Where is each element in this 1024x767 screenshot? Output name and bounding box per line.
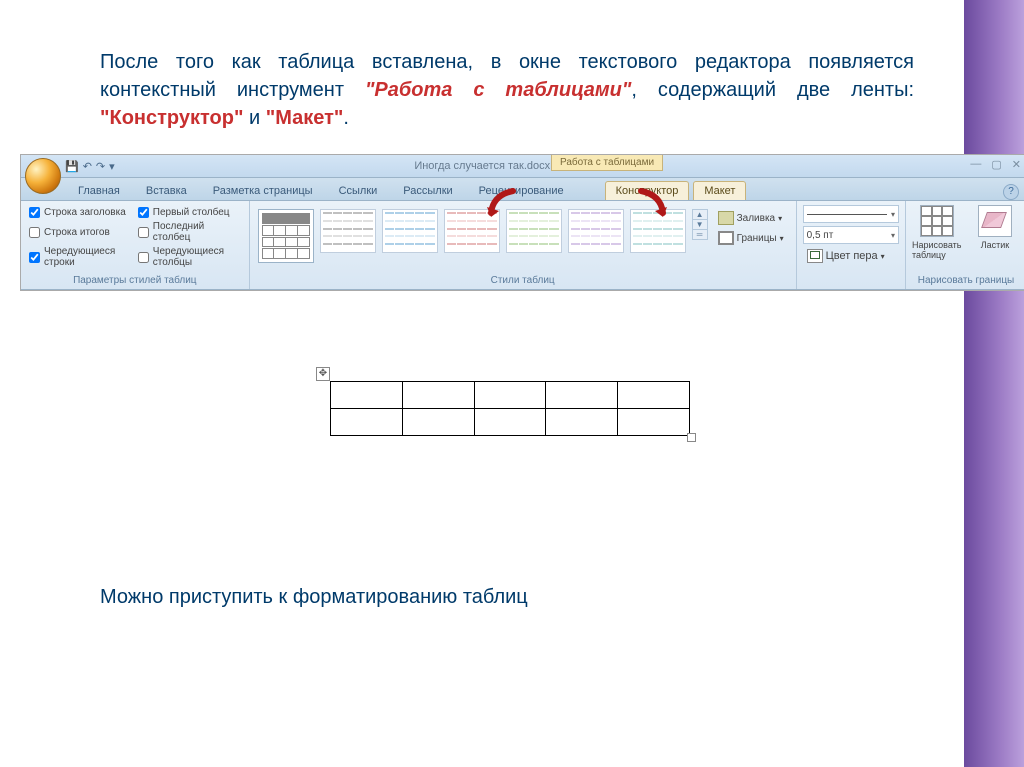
context-tools-label: Работа с таблицами xyxy=(551,155,663,171)
table-style-5[interactable] xyxy=(568,209,624,253)
gallery-down-icon[interactable]: ▼ xyxy=(693,220,707,230)
chk-banded-rows[interactable]: Чередующиеся строки xyxy=(29,246,132,268)
tab-design[interactable]: Конструктор xyxy=(605,181,690,200)
para-tab1: "Конструктор" xyxy=(100,107,243,129)
para-and: и xyxy=(243,107,265,129)
shading-button[interactable]: Заливка▾ xyxy=(714,209,788,227)
group-draw-borders-label: Нарисовать границы xyxy=(906,274,1024,289)
group-style-options-label: Параметры стилей таблиц xyxy=(21,274,249,289)
chk-banded-cols-label: Чередующиеся столбцы xyxy=(153,246,241,268)
draw-table-icon xyxy=(920,205,954,237)
chk-banded-rows-label: Чередующиеся строки xyxy=(44,246,132,268)
tab-mailings[interactable]: Рассылки xyxy=(392,181,463,200)
tab-page-layout[interactable]: Разметка страницы xyxy=(202,181,324,200)
para-tab2: "Макет" xyxy=(266,107,344,129)
table-cell[interactable] xyxy=(331,409,403,436)
quick-access-toolbar: 💾 ↶ ↷ ▾ xyxy=(65,160,115,173)
qat-dropdown-icon[interactable]: ▾ xyxy=(109,160,115,173)
gallery-scroll[interactable]: ▲ ▼ ═ xyxy=(692,209,708,240)
qat-redo-icon[interactable]: ↷ xyxy=(96,160,105,173)
shading-icon xyxy=(718,211,734,225)
qat-undo-icon[interactable]: ↶ xyxy=(83,160,92,173)
line-width-dropdown[interactable]: 0,5 пт▾ xyxy=(803,226,899,244)
tab-insert[interactable]: Вставка xyxy=(135,181,198,200)
table-move-handle-icon[interactable]: ✥ xyxy=(316,367,330,381)
table-style-6[interactable] xyxy=(630,209,686,253)
line-width-value: 0,5 пт xyxy=(807,230,834,241)
bottom-caption: Можно приступить к форматированию таблиц xyxy=(100,586,914,609)
table-style-2[interactable] xyxy=(382,209,438,253)
group-table-styles: ▲ ▼ ═ Заливка▾ Границы▾ Стили таблиц xyxy=(250,201,797,289)
table-cell[interactable] xyxy=(402,382,474,409)
ribbon-body: Строка заголовка Первый столбец Строка и… xyxy=(21,201,1024,290)
sample-table-wrap: ✥ xyxy=(330,381,690,436)
pen-color-label: Цвет пера xyxy=(826,250,878,262)
title-bar: 💾 ↶ ↷ ▾ Иногда случается так.docx - Micr… xyxy=(21,155,1024,178)
table-style-4[interactable] xyxy=(506,209,562,253)
gallery-up-icon[interactable]: ▲ xyxy=(693,210,707,220)
tab-references[interactable]: Ссылки xyxy=(328,181,389,200)
borders-icon xyxy=(718,231,734,245)
shading-label: Заливка xyxy=(737,213,776,224)
office-button[interactable] xyxy=(25,158,61,194)
pen-color-button[interactable]: Цвет пера▾ xyxy=(803,247,899,265)
para-mid: , содержащий две ленты: xyxy=(631,79,914,101)
minimize-icon[interactable]: — xyxy=(970,158,981,171)
chk-header-row-label: Строка заголовка xyxy=(44,207,126,218)
borders-label: Границы xyxy=(737,233,777,244)
chk-last-col-label: Последний столбец xyxy=(153,221,241,243)
chk-first-col[interactable]: Первый столбец xyxy=(138,207,241,218)
table-style-plain[interactable] xyxy=(258,209,314,263)
table-cell[interactable] xyxy=(618,382,690,409)
table-resize-handle-icon[interactable] xyxy=(687,433,696,442)
table-cell[interactable] xyxy=(402,409,474,436)
pen-color-icon xyxy=(807,249,823,263)
chk-header-row[interactable]: Строка заголовка xyxy=(29,207,132,218)
eraser-icon xyxy=(978,205,1012,237)
decorative-purple-stripe xyxy=(964,0,1024,767)
chk-banded-cols[interactable]: Чередующиеся столбцы xyxy=(138,246,241,268)
maximize-icon[interactable]: ▢ xyxy=(991,158,1001,171)
gallery-more-icon[interactable]: ═ xyxy=(693,230,707,239)
help-button[interactable]: ? xyxy=(1003,184,1019,200)
table-cell[interactable] xyxy=(474,409,546,436)
tab-layout[interactable]: Макет xyxy=(693,181,746,200)
borders-button[interactable]: Границы▾ xyxy=(714,229,788,247)
word-ribbon-screenshot: 💾 ↶ ↷ ▾ Иногда случается так.docx - Micr… xyxy=(20,154,1024,291)
eraser-label: Ластик xyxy=(981,240,1010,250)
sample-table[interactable] xyxy=(330,381,690,436)
para-tool-name: "Работа с таблицами" xyxy=(365,79,631,101)
tab-home[interactable]: Главная xyxy=(67,181,131,200)
document-title: Иногда случается так.docx - Microsoft Wo… xyxy=(21,160,1024,172)
table-style-3[interactable] xyxy=(444,209,500,253)
table-cell[interactable] xyxy=(474,382,546,409)
para-dot: . xyxy=(343,107,349,129)
draw-table-label: Нарисовать таблицу xyxy=(912,240,962,260)
table-cell[interactable] xyxy=(331,382,403,409)
group-style-options: Строка заголовка Первый столбец Строка и… xyxy=(21,201,250,289)
table-style-1[interactable] xyxy=(320,209,376,253)
chk-total-row-label: Строка итогов xyxy=(44,227,110,238)
chk-last-col[interactable]: Последний столбец xyxy=(138,221,241,243)
window-controls: — ▢ ✕ xyxy=(970,158,1021,171)
group-pen-settings: ▾ 0,5 пт▾ Цвет пера▾ xyxy=(797,201,906,289)
group-table-styles-label: Стили таблиц xyxy=(250,274,796,289)
draw-table-button[interactable]: Нарисовать таблицу xyxy=(912,205,962,260)
eraser-button[interactable]: Ластик xyxy=(970,205,1020,260)
qat-save-icon[interactable]: 💾 xyxy=(65,160,79,173)
ribbon-tabs: Главная Вставка Разметка страницы Ссылки… xyxy=(21,178,1024,201)
table-cell[interactable] xyxy=(546,382,618,409)
tab-review[interactable]: Рецензирование xyxy=(468,181,575,200)
table-cell[interactable] xyxy=(546,409,618,436)
line-style-dropdown[interactable]: ▾ xyxy=(803,205,899,223)
chk-total-row[interactable]: Строка итогов xyxy=(29,221,132,243)
chk-first-col-label: Первый столбец xyxy=(153,207,230,218)
close-icon[interactable]: ✕ xyxy=(1012,158,1021,171)
table-cell[interactable] xyxy=(618,409,690,436)
group-draw-borders: Нарисовать таблицу Ластик Нарисовать гра… xyxy=(906,201,1024,289)
intro-paragraph: После того как таблица вставлена, в окне… xyxy=(100,48,914,132)
